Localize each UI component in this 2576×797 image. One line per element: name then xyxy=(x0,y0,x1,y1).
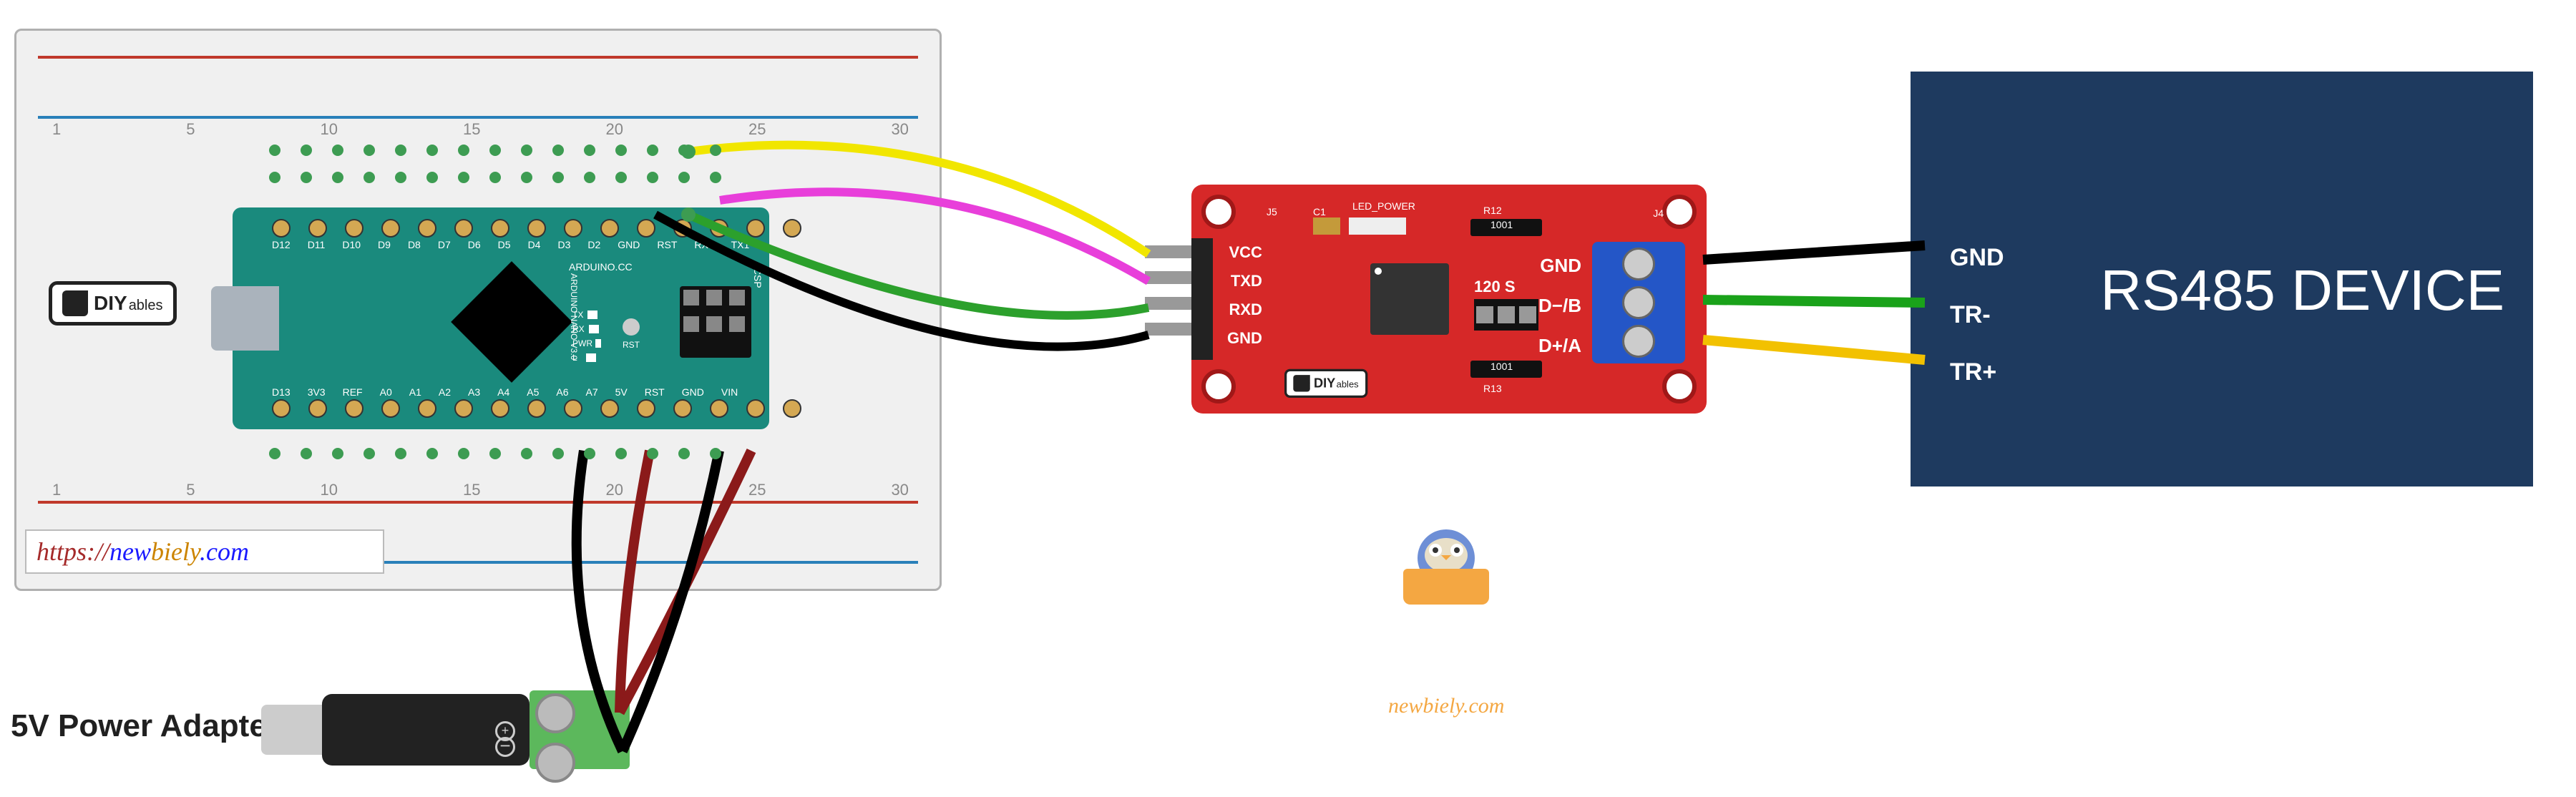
arduino-brand-label: ARDUINO.CC xyxy=(569,261,633,273)
ttl-pin-labels: VCC TXD RXD GND xyxy=(1227,238,1262,353)
mounting-hole-icon xyxy=(1201,195,1236,229)
screw-terminal xyxy=(530,690,630,769)
wire-dev-tr-minus xyxy=(1703,300,1925,303)
screw-icon xyxy=(1622,325,1655,358)
mounting-hole-icon xyxy=(1662,369,1697,404)
silk-c1: C1 xyxy=(1313,206,1326,217)
icsp-label: ICSP xyxy=(752,265,763,288)
silk-r12: R12 xyxy=(1483,205,1502,216)
column-numbers-top: 1 5 10 15 20 25 30 xyxy=(52,120,909,139)
resistor-icon: 1001 xyxy=(1470,219,1542,236)
silk-120-s: 120 S xyxy=(1474,278,1516,296)
pin-row-bottom xyxy=(272,219,801,238)
pin-row-top xyxy=(272,399,801,418)
mascot-caption: newbiely.com xyxy=(1388,694,1504,718)
diyables-badge-breadboard: DIYables xyxy=(49,281,177,326)
diyables-logo-icon xyxy=(1293,375,1309,391)
mounting-hole-icon xyxy=(1662,195,1697,229)
resistor-icon: 1001 xyxy=(1470,361,1542,378)
silk-j5: J5 xyxy=(1267,206,1277,217)
rs485-device-box: RS485 DEVICE GND TR- TR+ xyxy=(1911,72,2533,486)
device-title: RS485 DEVICE xyxy=(2100,258,2504,323)
device-pin-labels: GND TR- TR+ xyxy=(1950,229,2004,401)
jumper-icon xyxy=(1474,299,1538,331)
diyables-logo-icon xyxy=(62,290,88,316)
owl-icon xyxy=(1403,522,1489,601)
wiring-diagram: 1 5 10 15 20 25 30 1 5 10 15 20 25 30 /*… xyxy=(0,0,2576,797)
silk-led: LED_POWER xyxy=(1352,200,1415,212)
pin-header-base xyxy=(1191,238,1213,360)
rs485-ic-chip-icon xyxy=(1370,263,1449,335)
screw-icon xyxy=(1622,286,1655,319)
rs485-terminal-labels: GND D−/B D+/A xyxy=(1538,245,1581,366)
wire-dev-gnd xyxy=(1703,245,1925,260)
rs485-screw-terminal xyxy=(1592,242,1685,363)
power-adapter-label: 5V Power Adapter xyxy=(11,708,279,744)
led-block: TX RX PWR L xyxy=(572,308,601,365)
cap-icon xyxy=(1313,217,1340,235)
ttl-to-rs485-module: VCC TXD RXD GND C1 LED_POWER 1001 1001 1… xyxy=(1191,185,1707,414)
screw-icon xyxy=(1622,248,1655,280)
silk-r13: R13 xyxy=(1483,383,1502,394)
pin-labels-bottom: D133V3REFA0A1A2A3A4A5A6A75VRSTGNDVIN xyxy=(272,386,738,398)
reset-label: RST xyxy=(623,340,640,350)
led-component-icon xyxy=(1349,217,1406,235)
laptop-icon xyxy=(1403,569,1489,605)
mounting-hole-icon xyxy=(1201,369,1236,404)
ttl-pins xyxy=(1145,245,1191,336)
newbiely-mascot: newbiely.com xyxy=(1388,522,1504,718)
screw-icon xyxy=(535,743,575,783)
screw-icon xyxy=(535,693,575,733)
power-rail-top xyxy=(38,56,918,119)
dc-body: + − xyxy=(322,694,530,766)
silk-j4: J4 xyxy=(1653,207,1664,219)
arduino-nano: ICSP ARDUINO.CC ARDUINO NANO V3.0 TX RX … xyxy=(233,207,769,429)
wire-dev-tr-plus xyxy=(1703,340,1925,360)
pin-labels-top: D12D11D10D9D8D7D6D5D4D3D2GNDRSTRX0TX1 xyxy=(272,239,749,250)
dc-power-jack: + − xyxy=(322,673,630,787)
icsp-header xyxy=(680,286,751,358)
url-attribution: https://newbiely.com xyxy=(25,529,384,574)
diyables-badge-module: DIYables xyxy=(1284,369,1367,398)
usb-connector xyxy=(211,286,279,351)
atmega-chip-icon xyxy=(451,261,572,383)
column-numbers-bottom: 1 5 10 15 20 25 30 xyxy=(52,481,909,499)
reset-button xyxy=(623,318,640,336)
